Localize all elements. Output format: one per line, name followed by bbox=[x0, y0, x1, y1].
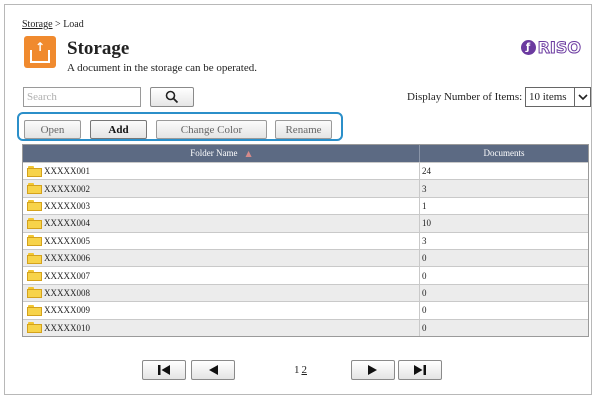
folder-name: XXXXX003 bbox=[44, 200, 90, 211]
documents-count: 0 bbox=[422, 305, 427, 316]
folder-icon bbox=[27, 287, 42, 299]
page-title: Storage bbox=[67, 38, 130, 59]
last-page-button[interactable] bbox=[398, 360, 442, 380]
chevron-down-icon[interactable] bbox=[574, 88, 590, 106]
breadcrumb: Storage > Load bbox=[22, 19, 84, 30]
folder-name-cell[interactable]: XXXXX002 bbox=[23, 180, 420, 197]
storage-app-icon: ↑ bbox=[24, 36, 56, 68]
folder-name-cell[interactable]: XXXXX009 bbox=[23, 302, 420, 319]
folder-name-cell[interactable]: XXXXX003 bbox=[23, 197, 420, 215]
page-1: 1 bbox=[294, 364, 300, 376]
column-header-folder-name[interactable]: Folder Name ▲ bbox=[23, 145, 420, 162]
items-per-page-select[interactable]: 10 items bbox=[525, 87, 591, 107]
table-row[interactable]: XXXXX009 0 bbox=[23, 301, 588, 319]
folder-name: XXXXX008 bbox=[44, 287, 90, 298]
first-page-button[interactable] bbox=[142, 360, 186, 380]
folder-name-cell[interactable]: XXXXX008 bbox=[23, 284, 420, 302]
documents-count: 1 bbox=[422, 200, 427, 211]
change-color-button[interactable]: Change Color bbox=[156, 120, 267, 139]
magnifier-icon bbox=[165, 90, 179, 104]
breadcrumb-current: Load bbox=[63, 19, 84, 30]
folder-table: Folder Name ▲ Documents XXXXX001 24 XXXXX00… bbox=[22, 144, 589, 337]
folder-name-cell[interactable]: XXXXX006 bbox=[23, 249, 420, 267]
page-2-link[interactable]: 2 bbox=[302, 364, 308, 376]
folder-name-cell[interactable]: XXXXX007 bbox=[23, 267, 420, 284]
table-row[interactable]: XXXXX003 1 bbox=[23, 196, 588, 215]
previous-page-icon bbox=[209, 365, 218, 375]
table-row[interactable]: XXXXX005 3 bbox=[23, 231, 588, 249]
page-numbers: 12 bbox=[294, 364, 307, 376]
folder-name: XXXXX010 bbox=[44, 322, 90, 333]
folder-icon bbox=[27, 165, 42, 177]
folder-icon bbox=[27, 217, 42, 229]
documents-count: 10 bbox=[422, 218, 431, 229]
riso-mark-icon: ƒ bbox=[520, 39, 536, 55]
search-button[interactable] bbox=[150, 87, 194, 107]
table-row[interactable]: XXXXX006 0 bbox=[23, 248, 588, 267]
folder-name: XXXXX001 bbox=[44, 166, 90, 177]
previous-page-button[interactable] bbox=[191, 360, 235, 380]
table-row[interactable]: XXXXX001 24 bbox=[23, 162, 588, 180]
table-row[interactable]: XXXXX008 0 bbox=[23, 283, 588, 302]
breadcrumb-separator: > bbox=[52, 19, 64, 30]
table-row[interactable]: XXXXX002 3 bbox=[23, 179, 588, 197]
table-row[interactable]: XXXXX007 0 bbox=[23, 266, 588, 284]
documents-count: 3 bbox=[422, 183, 427, 194]
folder-name: XXXXX007 bbox=[44, 270, 90, 281]
folder-name: XXXXX009 bbox=[44, 305, 90, 316]
items-per-page-value: 10 items bbox=[529, 91, 567, 103]
next-page-button[interactable] bbox=[351, 360, 395, 380]
next-page-icon bbox=[368, 365, 377, 375]
column-header-documents[interactable]: Documents bbox=[420, 145, 588, 162]
folder-name-cell[interactable]: XXXXX004 bbox=[23, 215, 420, 232]
open-button[interactable]: Open bbox=[24, 120, 81, 139]
search-input[interactable] bbox=[23, 87, 141, 107]
folder-icon bbox=[27, 200, 42, 212]
folder-name-cell[interactable]: XXXXX010 bbox=[23, 319, 420, 336]
folder-name-cell[interactable]: XXXXX005 bbox=[23, 232, 420, 249]
folder-icon bbox=[27, 252, 42, 264]
first-page-icon bbox=[158, 365, 170, 375]
folder-name: XXXXX006 bbox=[44, 253, 90, 264]
riso-logo: ƒ RISO bbox=[520, 37, 582, 57]
folder-icon bbox=[27, 322, 42, 334]
table-body: XXXXX001 24 XXXXX002 3 XXXXX003 1 XXXXX004 10 XX… bbox=[23, 162, 588, 336]
page-subtitle: A document in the storage can be operate… bbox=[67, 62, 257, 74]
documents-count: 0 bbox=[422, 287, 427, 298]
sort-ascending-icon[interactable]: ▲ bbox=[246, 145, 252, 162]
last-page-icon bbox=[414, 365, 426, 375]
documents-count: 0 bbox=[422, 253, 427, 264]
folder-name-cell[interactable]: XXXXX001 bbox=[23, 163, 420, 180]
folder-icon bbox=[27, 235, 42, 247]
documents-count: 0 bbox=[422, 270, 427, 281]
app-window: Storage > Load ↑ Storage A document in t… bbox=[4, 4, 592, 395]
folder-icon bbox=[27, 183, 42, 195]
display-items-label: Display Number of Items: bbox=[407, 91, 523, 103]
documents-count: 24 bbox=[422, 166, 431, 177]
table-row[interactable]: XXXXX004 10 bbox=[23, 214, 588, 232]
folder-name: XXXXX004 bbox=[44, 218, 90, 229]
rename-button[interactable]: Rename bbox=[275, 120, 332, 139]
folder-name: XXXXX005 bbox=[44, 235, 90, 246]
table-row[interactable]: XXXXX010 0 bbox=[23, 318, 588, 336]
action-button-group: Open Add Change Color Rename bbox=[17, 112, 343, 141]
folder-icon bbox=[27, 304, 42, 316]
documents-count: 0 bbox=[422, 322, 427, 333]
breadcrumb-storage-link[interactable]: Storage bbox=[22, 19, 53, 30]
folder-icon bbox=[27, 270, 42, 282]
folder-name: XXXXX002 bbox=[44, 183, 90, 194]
brand-wordmark: RISO bbox=[537, 37, 581, 57]
table-header: Folder Name ▲ Documents bbox=[23, 145, 588, 162]
documents-count: 3 bbox=[422, 235, 427, 246]
add-button[interactable]: Add bbox=[90, 120, 147, 139]
